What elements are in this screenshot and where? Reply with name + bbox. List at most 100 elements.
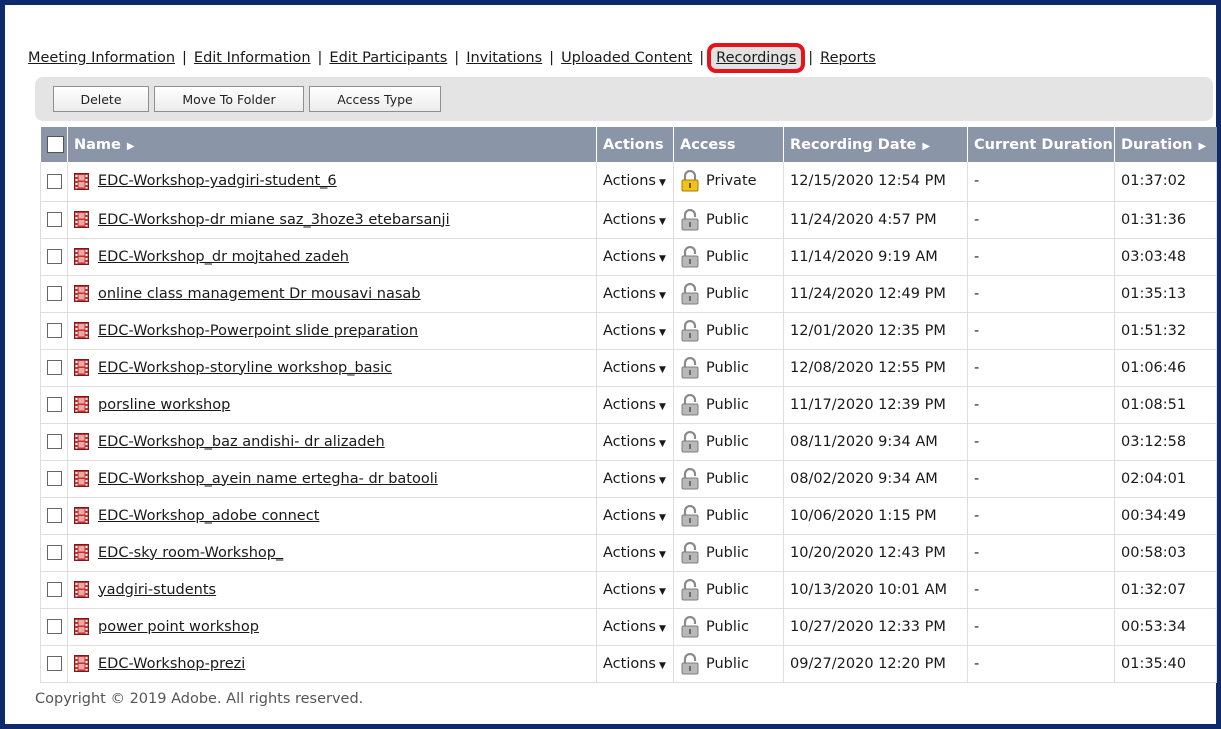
recordings-table: Name ▶ Actions Access Recording Date ▶ Cur…: [40, 127, 1217, 683]
access-label: Public: [706, 359, 749, 376]
duration-cell: 03:12:58: [1114, 423, 1217, 461]
recording-date-header-label: Recording Date: [790, 136, 917, 153]
film-recording-icon: [74, 322, 89, 339]
actions-cell: Actions ▼: [596, 275, 674, 313]
caret-down-icon: ▼: [658, 623, 666, 634]
film-recording-icon: [74, 172, 89, 190]
name-column-header[interactable]: Name ▶: [67, 127, 597, 162]
recording-name-link[interactable]: online class management Dr mousavi nasab: [98, 286, 420, 302]
actions-dropdown-label: Actions: [603, 470, 656, 487]
recording-name-link[interactable]: EDC-Workshop-dr miane saz_3hoze3 etebars…: [98, 212, 450, 228]
recording-name-link[interactable]: EDC-Workshop_adobe connect: [98, 508, 319, 524]
row-checkbox[interactable]: [47, 286, 62, 301]
actions-dropdown[interactable]: Actions ▼: [603, 619, 666, 635]
delete-button[interactable]: Delete: [53, 86, 149, 112]
actions-dropdown[interactable]: Actions ▼: [603, 212, 666, 228]
recording-name-link[interactable]: EDC-Workshop-prezi: [98, 656, 245, 672]
row-checkbox[interactable]: [47, 656, 62, 671]
row-checkbox[interactable]: [47, 212, 62, 227]
recording-name-link[interactable]: EDC-Workshop-Powerpoint slide preparatio…: [98, 323, 418, 339]
access-label: Public: [706, 544, 749, 561]
row-checkbox[interactable]: [47, 360, 62, 375]
duration-cell: 01:35:13: [1114, 275, 1217, 313]
film-recording-icon: [74, 211, 89, 228]
actions-dropdown[interactable]: Actions ▼: [603, 471, 666, 487]
recording-name-link[interactable]: EDC-Workshop_dr mojtahed zadeh: [98, 249, 349, 265]
access-cell: Public: [673, 571, 784, 609]
row-checkbox[interactable]: [47, 471, 62, 486]
recording-name-link[interactable]: power point workshop: [98, 619, 259, 635]
recording-name-link[interactable]: yadgiri-students: [98, 582, 216, 598]
access-label: Public: [706, 655, 749, 672]
access-label: Public: [706, 433, 749, 450]
recording-date-cell: 12/01/2020 12:35 PM: [783, 312, 968, 350]
table-row: EDC-Workshop-prezi Actions ▼ Public 09/27…: [40, 645, 1217, 683]
actions-dropdown[interactable]: Actions ▼: [603, 508, 666, 524]
actions-cell: Actions ▼: [596, 460, 674, 498]
tab-uploaded-content[interactable]: Uploaded Content: [561, 50, 692, 66]
row-checkbox[interactable]: [47, 434, 62, 449]
tab-edit-information[interactable]: Edit Information: [194, 50, 311, 66]
row-checkbox[interactable]: [47, 397, 62, 412]
actions-dropdown[interactable]: Actions ▼: [603, 656, 666, 672]
duration-column-header[interactable]: Duration ▶: [1114, 127, 1217, 162]
film-recording-icon: [74, 655, 89, 672]
access-cell: Public: [673, 534, 784, 572]
tab-meeting-information[interactable]: Meeting Information: [28, 50, 175, 66]
recording-name-link[interactable]: EDC-Workshop_baz andishi- dr alizadeh: [98, 434, 385, 450]
actions-dropdown[interactable]: Actions ▼: [603, 323, 666, 339]
tab-edit-participants[interactable]: Edit Participants: [329, 50, 447, 66]
row-checkbox[interactable]: [47, 323, 62, 338]
move-to-folder-button[interactable]: Move To Folder: [154, 86, 304, 112]
actions-dropdown[interactable]: Actions ▼: [603, 249, 666, 265]
row-checkbox[interactable]: [47, 545, 62, 560]
actions-cell: Actions ▼: [596, 201, 674, 239]
recording-date-column-header[interactable]: Recording Date ▶: [783, 127, 968, 162]
actions-dropdown[interactable]: Actions ▼: [603, 397, 666, 413]
recording-name-link[interactable]: EDC-Workshop-yadgiri-student_6: [98, 173, 337, 189]
caret-down-icon: ▼: [658, 178, 666, 189]
lock-open-icon: [680, 393, 700, 416]
actions-dropdown[interactable]: Actions ▼: [603, 173, 666, 189]
actions-dropdown[interactable]: Actions ▼: [603, 582, 666, 598]
tab-recordings[interactable]: Recordings: [711, 47, 802, 69]
film-recording-icon: [74, 618, 89, 635]
tab-invitations[interactable]: Invitations: [466, 50, 542, 66]
row-select-cell: [40, 349, 68, 387]
row-checkbox[interactable]: [47, 619, 62, 634]
actions-cell: Actions ▼: [596, 238, 674, 276]
film-recording-icon: [74, 285, 89, 302]
actions-dropdown-label: Actions: [603, 248, 656, 265]
tab-reports[interactable]: Reports: [820, 50, 876, 66]
actions-dropdown-label: Actions: [603, 396, 656, 413]
actions-cell: Actions ▼: [596, 571, 674, 609]
access-type-button[interactable]: Access Type: [309, 86, 441, 112]
table-row: power point workshop Actions ▼ Public 10/…: [40, 608, 1217, 646]
row-checkbox[interactable]: [47, 249, 62, 264]
recording-name-link[interactable]: EDC-Workshop_ayein name ertegha- dr bato…: [98, 471, 438, 487]
recording-name-link[interactable]: porsline workshop: [98, 397, 230, 413]
row-checkbox[interactable]: [47, 508, 62, 523]
select-all-checkbox[interactable]: [46, 136, 64, 153]
recording-date-cell: 09/27/2020 12:20 PM: [783, 645, 968, 683]
actions-dropdown[interactable]: Actions ▼: [603, 545, 666, 561]
recording-name-link[interactable]: EDC-sky room-Workshop_: [98, 545, 283, 561]
film-recording-icon: [74, 507, 89, 524]
lock-closed-icon: [680, 170, 700, 192]
film-recording-icon: [74, 248, 89, 265]
recording-name-link[interactable]: EDC-Workshop-storyline workshop_basic: [98, 360, 392, 376]
name-cell: EDC-Workshop_ayein name ertegha- dr bato…: [67, 460, 597, 498]
access-cell: Public: [673, 238, 784, 276]
access-label: Public: [706, 248, 749, 265]
actions-dropdown[interactable]: Actions ▼: [603, 434, 666, 450]
table-row: online class management Dr mousavi nasab…: [40, 275, 1217, 313]
access-column-header: Access: [673, 127, 784, 162]
recording-date-cell: 10/13/2020 10:01 AM: [783, 571, 968, 609]
row-select-cell: [40, 423, 68, 461]
access-cell: Public: [673, 460, 784, 498]
actions-dropdown[interactable]: Actions ▼: [603, 360, 666, 376]
row-checkbox[interactable]: [47, 582, 62, 597]
row-checkbox[interactable]: [47, 173, 62, 189]
row-select-cell: [40, 497, 68, 535]
actions-dropdown[interactable]: Actions ▼: [603, 286, 666, 302]
